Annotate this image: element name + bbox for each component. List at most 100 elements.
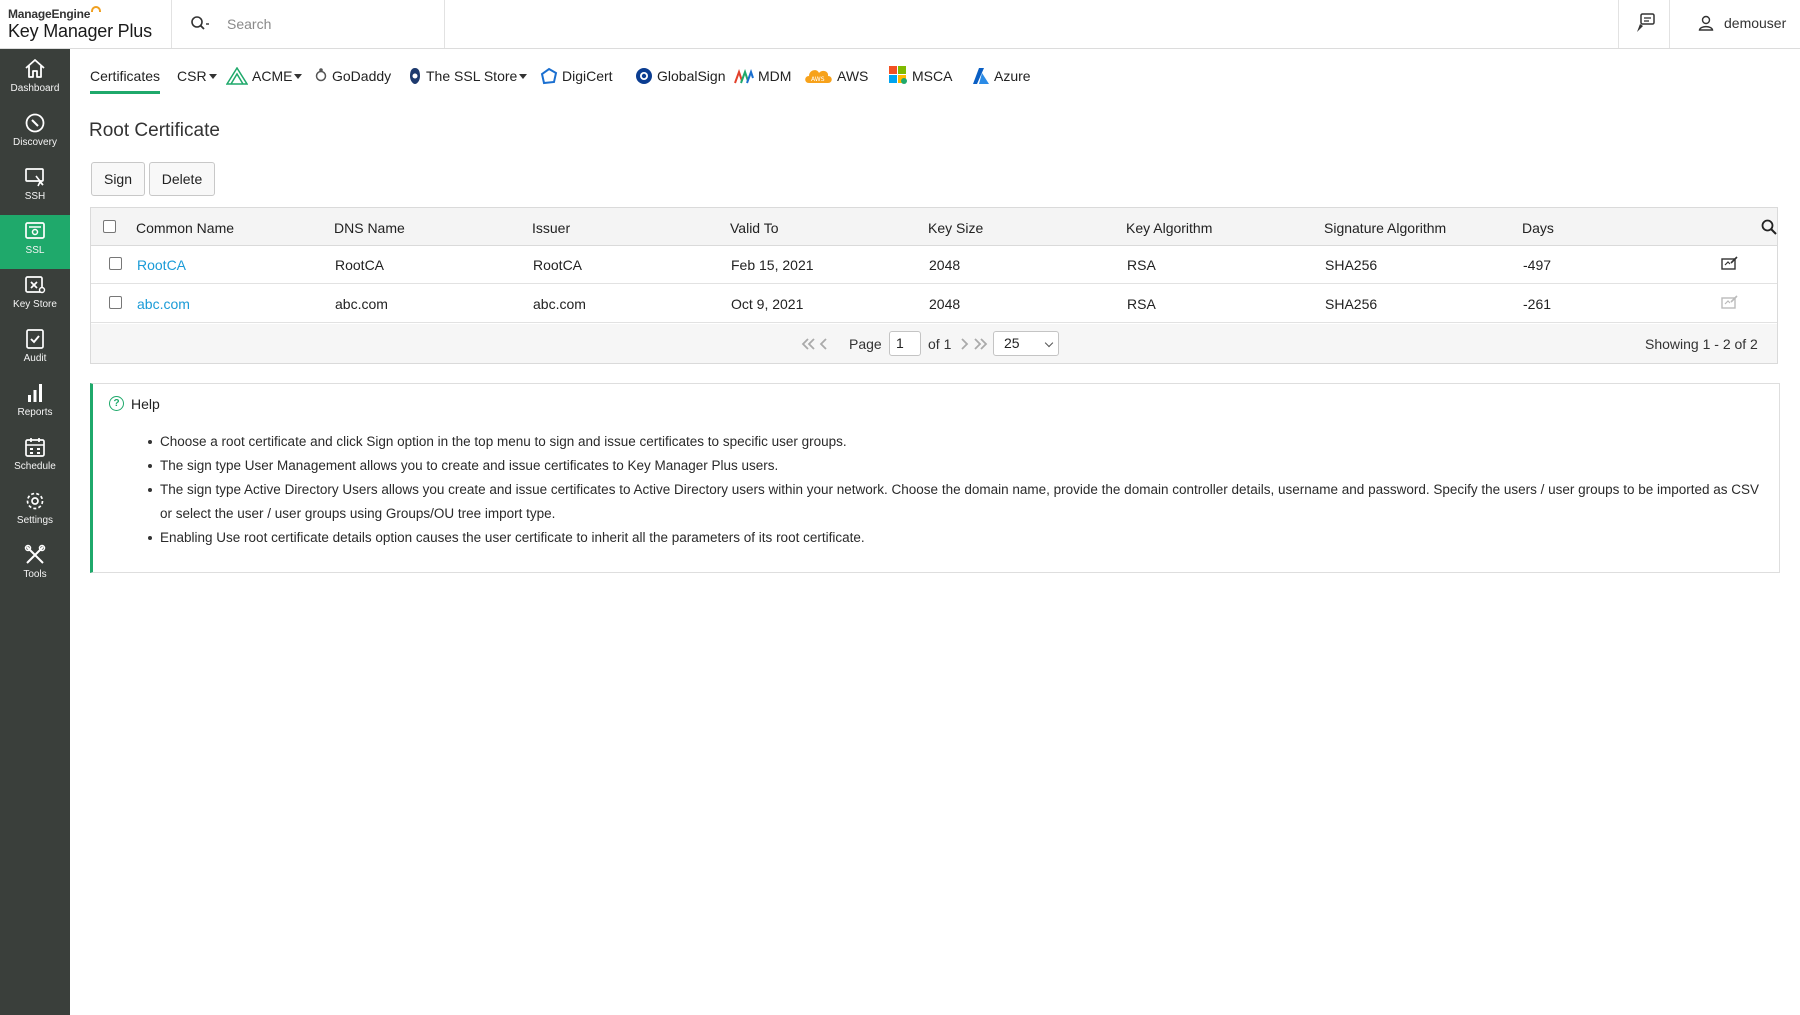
help-item: Choose a root certificate and click Sign…	[148, 430, 1768, 454]
sidebar-item-label: Settings	[16, 515, 54, 526]
column-header-key-algorithm[interactable]: Key Algorithm	[1126, 220, 1212, 236]
sign-button[interactable]: Sign	[91, 162, 145, 196]
column-header-key-size[interactable]: Key Size	[928, 220, 983, 236]
tab-certificates[interactable]: Certificates	[90, 64, 161, 94]
page-title: Root Certificate	[89, 120, 220, 141]
sidebar: Dashboard Discovery SSH SSL Key Store Au…	[0, 49, 70, 1015]
column-header-valid-to[interactable]: Valid To	[730, 220, 779, 236]
rows-per-page-select[interactable]: 25	[993, 331, 1059, 356]
tab-msca[interactable]: MSCA	[888, 64, 952, 94]
sidebar-item-reports[interactable]: Reports	[0, 377, 70, 431]
tab-aws[interactable]: AWS AWS	[803, 64, 868, 94]
sidebar-item-label: Tools	[23, 569, 47, 580]
first-page-icon[interactable]	[801, 338, 815, 350]
sidebar-item-discovery[interactable]: Discovery	[0, 107, 70, 161]
help-title: Help	[131, 396, 160, 412]
table-row: RootCA RootCA RootCA Feb 15, 2021 2048 R…	[91, 246, 1777, 284]
sign-certificate-icon[interactable]	[1721, 256, 1739, 270]
tab-label: CSR	[177, 68, 207, 84]
ssl-certificate-icon	[25, 222, 45, 239]
user-menu[interactable]: demouser	[1670, 0, 1800, 48]
table-header: Common Name DNS Name Issuer Valid To Key…	[91, 208, 1777, 246]
delete-button[interactable]: Delete	[149, 162, 215, 196]
key-algorithm-cell: RSA	[1127, 296, 1156, 312]
valid-to-cell: Oct 9, 2021	[731, 296, 804, 312]
common-name-link[interactable]: RootCA	[137, 257, 186, 273]
tab-label: DigiCert	[562, 68, 613, 84]
sidebar-item-audit[interactable]: Audit	[0, 323, 70, 377]
azure-icon	[973, 68, 989, 84]
rows-per-page-value: 25	[1004, 335, 1020, 351]
tab-acme[interactable]: ACME	[226, 64, 303, 94]
digicert-icon	[540, 67, 558, 85]
notification-icon	[1637, 13, 1655, 32]
sidebar-item-label: SSH	[24, 191, 46, 202]
tab-the-ssl-store[interactable]: The SSL Store	[408, 64, 528, 94]
sidebar-item-dashboard[interactable]: Dashboard	[0, 53, 70, 107]
caret-down-icon	[208, 74, 217, 79]
next-page-icon[interactable]	[960, 338, 970, 350]
tab-mdm[interactable]: MDM	[734, 64, 791, 94]
tab-label: The SSL Store	[426, 68, 518, 84]
column-header-dns-name[interactable]: DNS Name	[334, 220, 405, 236]
column-header-common-name[interactable]: Common Name	[136, 220, 234, 236]
compass-icon	[25, 113, 45, 133]
column-header-signature-algorithm[interactable]: Signature Algorithm	[1324, 220, 1446, 236]
tab-digicert[interactable]: DigiCert	[540, 64, 613, 94]
common-name-link[interactable]: abc.com	[137, 296, 190, 312]
home-icon	[25, 59, 45, 78]
showing-count: Showing 1 - 2 of 2	[1645, 336, 1758, 352]
brand-logo[interactable]: ManageEngine Key Manager Plus	[0, 0, 172, 48]
previous-page-icon[interactable]	[818, 338, 828, 350]
column-header-issuer[interactable]: Issuer	[532, 220, 570, 236]
tab-globalsign[interactable]: GlobalSign	[635, 64, 726, 94]
sidebar-item-ssl[interactable]: SSL	[0, 215, 70, 269]
row-checkbox[interactable]	[109, 257, 122, 270]
column-header-days[interactable]: Days	[1522, 220, 1554, 236]
page-label: Page	[849, 336, 882, 352]
last-page-icon[interactable]	[974, 338, 988, 350]
page-number-input[interactable]: 1	[889, 331, 921, 356]
sidebar-item-label: Reports	[17, 407, 53, 418]
dns-name-cell: RootCA	[335, 257, 385, 273]
help-question-icon: ?	[109, 396, 124, 411]
sidebar-item-settings[interactable]: Settings	[0, 485, 70, 539]
tab-godaddy[interactable]: GoDaddy	[314, 64, 391, 94]
svg-text:AWS: AWS	[811, 76, 825, 83]
tab-label: MSCA	[912, 68, 953, 84]
caret-down-icon	[294, 74, 303, 79]
search-input[interactable]	[227, 10, 432, 38]
help-item: The sign type Active Directory Users all…	[148, 478, 1768, 526]
signature-algorithm-cell: SHA256	[1325, 296, 1378, 312]
table-search-icon[interactable]	[1761, 219, 1777, 235]
sidebar-item-schedule[interactable]: Schedule	[0, 431, 70, 485]
sidebar-item-label: Dashboard	[10, 83, 60, 94]
tab-label: MDM	[758, 68, 792, 84]
mdm-icon	[734, 69, 754, 84]
key-algorithm-cell: RSA	[1127, 257, 1156, 273]
notification-button[interactable]	[1618, 0, 1670, 48]
search-icon[interactable]	[190, 15, 212, 33]
page-count: of 1	[928, 336, 952, 352]
sidebar-item-tools[interactable]: Tools	[0, 539, 70, 593]
acme-icon	[226, 67, 248, 85]
days-cell: -261	[1523, 296, 1552, 312]
tab-azure[interactable]: Azure	[972, 64, 1031, 94]
issuer-cell: RootCA	[533, 257, 583, 273]
issuer-cell: abc.com	[533, 296, 586, 312]
dns-name-cell: abc.com	[335, 296, 388, 312]
sidebar-item-key-store[interactable]: Key Store	[0, 269, 70, 323]
select-all-checkbox[interactable]	[103, 220, 116, 233]
audit-check-icon	[26, 329, 44, 349]
global-search	[172, 0, 445, 48]
row-checkbox[interactable]	[109, 296, 122, 309]
user-icon	[1698, 15, 1714, 31]
sidebar-item-ssh[interactable]: SSH	[0, 161, 70, 215]
valid-to-cell: Feb 15, 2021	[731, 257, 814, 273]
pagination-bar: Page 1 of 1 25 Showing 1 - 2 of 2	[91, 324, 1777, 363]
help-item: The sign type User Management allows you…	[148, 454, 1768, 478]
sidebar-item-label: Schedule	[14, 461, 56, 472]
tab-csr[interactable]: CSR	[177, 64, 217, 94]
sign-certificate-disabled-icon	[1721, 295, 1738, 309]
user-name: demouser	[1724, 15, 1787, 31]
